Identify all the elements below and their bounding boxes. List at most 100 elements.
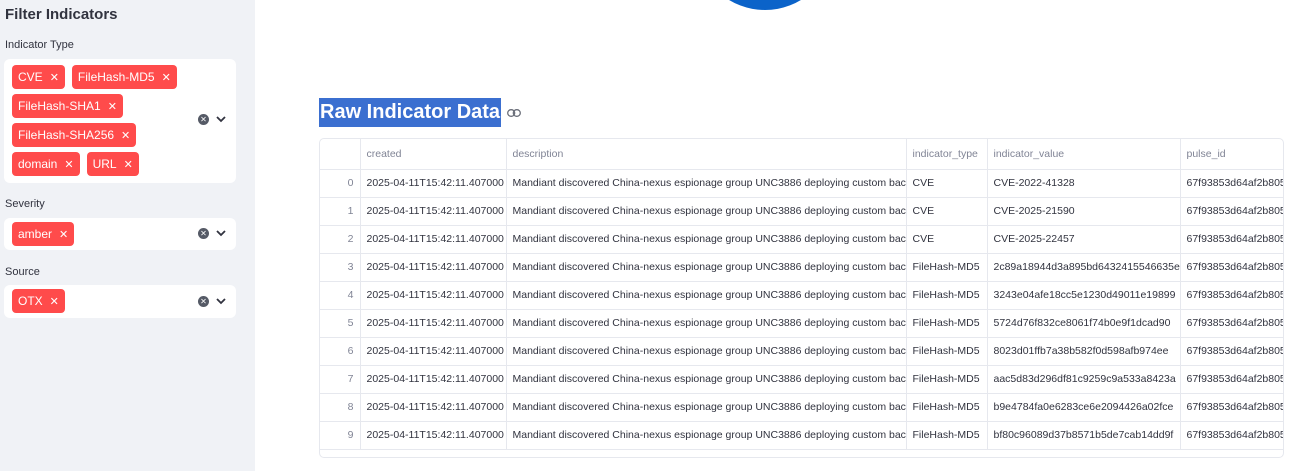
indicator-type-label: Indicator Type (5, 39, 74, 51)
severity-label: Severity (5, 198, 45, 210)
table-cell[interactable]: 67f93853d64af2b805 (1180, 309, 1283, 338)
table-cell[interactable]: 67f93853d64af2b805 (1180, 365, 1283, 394)
chevron-down-icon[interactable] (216, 116, 226, 123)
chevron-down-icon[interactable] (216, 298, 226, 305)
table-cell[interactable]: FileHash-MD5 (906, 337, 988, 366)
remove-tag-icon[interactable]: ✕ (121, 129, 130, 142)
table-cell[interactable]: 2025-04-11T15:42:11.407000 (360, 197, 507, 226)
table-row[interactable]: 4 2025-04-11T15:42:11.407000 Mandiant disc… (320, 281, 1283, 310)
table-cell[interactable]: Mandiant discovered China-nexus espionag… (506, 281, 907, 310)
row-index[interactable]: 8 (320, 393, 361, 422)
table-cell[interactable]: Mandiant discovered China-nexus espionag… (506, 225, 907, 254)
table-cell[interactable]: 2025-04-11T15:42:11.407000 (360, 337, 507, 366)
row-index[interactable]: 2 (320, 225, 361, 254)
table-cell[interactable]: 67f93853d64af2b805 (1180, 253, 1283, 282)
remove-tag-icon[interactable]: ✕ (50, 71, 59, 84)
link-icon[interactable] (507, 108, 521, 117)
table-cell[interactable]: 67f93853d64af2b805 (1180, 225, 1283, 254)
row-index[interactable]: 7 (320, 365, 361, 394)
table-cell[interactable]: 2025-04-11T15:42:11.407000 (360, 169, 507, 198)
table-row[interactable]: 1 2025-04-11T15:42:11.407000 Mandiant disc… (320, 197, 1283, 226)
table-row[interactable]: 7 2025-04-11T15:42:11.407000 Mandiant disc… (320, 365, 1283, 394)
table-cell[interactable]: 3243e04afe18cc5e1230d49011e19899 (987, 281, 1181, 310)
indicator-type-multiselect[interactable]: CVE ✕ FileHash-MD5 ✕ FileHash-SHA1 ✕ FileHash-… (4, 59, 236, 183)
table-cell[interactable]: 67f93853d64af2b805 (1180, 169, 1283, 198)
table-cell[interactable]: FileHash-MD5 (906, 421, 988, 450)
filter-tag: FileHash-MD5 ✕ (71, 65, 177, 89)
table-cell[interactable]: b9e4784fa0e6283ce6e2094426a02fce (987, 393, 1181, 422)
row-index[interactable]: 3 (320, 253, 361, 282)
table-cell[interactable]: FileHash-MD5 (906, 365, 988, 394)
column-header[interactable]: indicator_value (987, 139, 1181, 170)
remove-tag-icon[interactable]: ✕ (108, 100, 117, 113)
table-cell[interactable]: Mandiant discovered China-nexus espionag… (506, 365, 907, 394)
table-cell[interactable]: 8023d01ffb7a38b582f0d598afb974ee (987, 337, 1181, 366)
table-cell[interactable]: 67f93853d64af2b805 (1180, 337, 1283, 366)
table-cell[interactable]: Mandiant discovered China-nexus espionag… (506, 169, 907, 198)
filter-tag-label: FileHash-MD5 (77, 70, 155, 84)
table-cell[interactable]: 2025-04-11T15:42:11.407000 (360, 365, 507, 394)
table-cell[interactable]: Mandiant discovered China-nexus espionag… (506, 253, 907, 282)
row-index[interactable]: 6 (320, 337, 361, 366)
table-cell[interactable]: Mandiant discovered China-nexus espionag… (506, 337, 907, 366)
column-header[interactable]: created (360, 139, 507, 170)
row-index[interactable]: 0 (320, 169, 361, 198)
table-cell[interactable]: 67f93853d64af2b805 (1180, 393, 1283, 422)
table-cell[interactable]: Mandiant discovered China-nexus espionag… (506, 393, 907, 422)
remove-tag-icon[interactable]: ✕ (162, 71, 171, 84)
source-multiselect[interactable]: OTX ✕ ✕ (4, 285, 236, 318)
clear-all-icon[interactable]: ✕ (198, 114, 209, 125)
table-row[interactable]: 0 2025-04-11T15:42:11.407000 Mandiant disc… (320, 169, 1283, 198)
table-cell[interactable]: CVE (906, 197, 988, 226)
table-row[interactable]: 3 2025-04-11T15:42:11.407000 Mandiant disc… (320, 253, 1283, 282)
row-index[interactable]: 4 (320, 281, 361, 310)
table-cell[interactable]: 2025-04-11T15:42:11.407000 (360, 225, 507, 254)
table-cell[interactable]: 2c89a18944d3a895bd6432415546635e (987, 253, 1181, 282)
column-header[interactable]: indicator_type (906, 139, 988, 170)
row-index[interactable]: 5 (320, 309, 361, 338)
table-cell[interactable]: 5724d76f832ce8061f74b0e9f1dcad90 (987, 309, 1181, 338)
table-cell[interactable]: CVE-2025-21590 (987, 197, 1181, 226)
table-row[interactable]: 2 2025-04-11T15:42:11.407000 Mandiant disc… (320, 225, 1283, 254)
table-cell[interactable]: CVE-2025-22457 (987, 225, 1181, 254)
column-header[interactable]: pulse_id (1180, 139, 1283, 170)
table-row[interactable]: 8 2025-04-11T15:42:11.407000 Mandiant disc… (320, 393, 1283, 422)
table-cell[interactable]: 67f93853d64af2b805 (1180, 281, 1283, 310)
table-cell[interactable]: Mandiant discovered China-nexus espionag… (506, 197, 907, 226)
table-cell[interactable]: CVE-2022-41328 (987, 169, 1181, 198)
table-row[interactable]: 5 2025-04-11T15:42:11.407000 Mandiant disc… (320, 309, 1283, 338)
table-cell[interactable]: FileHash-MD5 (906, 281, 988, 310)
table-cell[interactable]: 2025-04-11T15:42:11.407000 (360, 309, 507, 338)
table-cell[interactable]: aac5d83d296df81c9259c9a533a8423a (987, 365, 1181, 394)
clear-all-icon[interactable]: ✕ (198, 296, 209, 307)
column-header[interactable] (320, 139, 361, 170)
table-cell[interactable]: 67f93853d64af2b805 (1180, 197, 1283, 226)
table-cell[interactable]: FileHash-MD5 (906, 393, 988, 422)
remove-tag-icon[interactable]: ✕ (124, 158, 133, 171)
severity-multiselect[interactable]: amber ✕ ✕ (4, 218, 236, 250)
table-cell[interactable]: 67f93853d64af2b805 (1180, 421, 1283, 450)
table-cell[interactable]: 2025-04-11T15:42:11.407000 (360, 281, 507, 310)
table-cell[interactable]: 2025-04-11T15:42:11.407000 (360, 393, 507, 422)
chevron-down-icon[interactable] (216, 230, 226, 237)
table-row[interactable]: 6 2025-04-11T15:42:11.407000 Mandiant disc… (320, 337, 1283, 366)
remove-tag-icon[interactable]: ✕ (59, 228, 68, 241)
table-cell[interactable]: 2025-04-11T15:42:11.407000 (360, 253, 507, 282)
filter-tag-label: domain (18, 157, 58, 171)
table-cell[interactable]: Mandiant discovered China-nexus espionag… (506, 309, 907, 338)
table-cell[interactable]: Mandiant discovered China-nexus espionag… (506, 421, 907, 450)
table-cell[interactable]: 2025-04-11T15:42:11.407000 (360, 421, 507, 450)
table-row[interactable]: 9 2025-04-11T15:42:11.407000 Mandiant disc… (320, 421, 1283, 450)
table-cell[interactable]: bf80c96089d37b8571b5de7cab14dd9f (987, 421, 1181, 450)
remove-tag-icon[interactable]: ✕ (50, 295, 59, 308)
row-index[interactable]: 1 (320, 197, 361, 226)
table-cell[interactable]: CVE (906, 225, 988, 254)
clear-all-icon[interactable]: ✕ (198, 228, 209, 239)
row-index[interactable]: 9 (320, 421, 361, 450)
data-table[interactable]: created description indicator_type indicato… (319, 138, 1284, 458)
table-cell[interactable]: FileHash-MD5 (906, 309, 988, 338)
table-cell[interactable]: FileHash-MD5 (906, 253, 988, 282)
remove-tag-icon[interactable]: ✕ (64, 158, 73, 171)
column-header[interactable]: description (506, 139, 907, 170)
table-cell[interactable]: CVE (906, 169, 988, 198)
